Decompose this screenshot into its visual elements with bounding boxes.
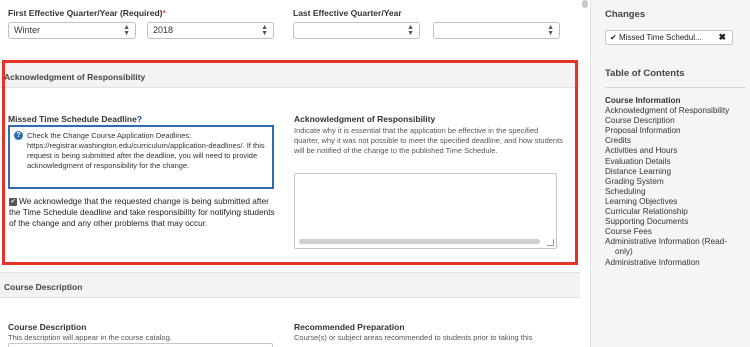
course-desc-input[interactable] [8, 343, 273, 347]
ack-section-header: Acknowledgment of Responsibility [0, 62, 580, 88]
toc-item-acknowledgment[interactable]: Acknowledgment of Responsibility [605, 106, 750, 116]
toc-list: Course Information Acknowledgment of Res… [605, 96, 750, 268]
page-scrollbar[interactable] [580, 0, 590, 347]
first-quarter-select[interactable]: Winter ▲ ▼ [8, 22, 136, 39]
recommended-prep-label: Recommended Preparation [294, 322, 405, 332]
change-tag[interactable]: ✔ Missed Time Schedul... ✖ [605, 30, 733, 45]
toc-item-activities-hours[interactable]: Activities and Hours [605, 146, 750, 156]
course-desc-label: Course Description [8, 322, 87, 332]
ack-field-label: Acknowledgment of Responsibility [294, 114, 436, 124]
last-effective-label: Last Effective Quarter/Year [293, 8, 402, 18]
toc-item-grading-system[interactable]: Grading System [605, 177, 750, 187]
right-sidebar: Changes ✔ Missed Time Schedul... ✖ Table… [590, 0, 750, 347]
main-form: First Effective Quarter/Year (Required)*… [0, 0, 580, 347]
scrollbar-thumb[interactable] [582, 0, 588, 8]
ack-section-title: Acknowledgment of Responsibility [4, 72, 146, 82]
first-year-value: 2018 [153, 25, 174, 35]
close-icon[interactable]: ✖ [718, 32, 726, 43]
course-section-header: Course Description [0, 272, 580, 298]
last-quarter-select[interactable]: ▲ ▼ [293, 22, 420, 39]
toc-item-course-description[interactable]: Course Description [605, 116, 750, 126]
first-effective-label: First Effective Quarter/Year (Required)* [8, 8, 166, 18]
toc-item-credits[interactable]: Credits [605, 136, 750, 146]
select-arrows-icon: ▲ ▼ [547, 24, 554, 37]
ack-checkbox[interactable]: ✔ [9, 198, 17, 206]
toc-item-course-fees[interactable]: Course Fees [605, 227, 750, 237]
toc-item-proposal-information[interactable]: Proposal Information [605, 126, 750, 136]
check-icon: ✔ [610, 33, 617, 42]
first-quarter-value: Winter [14, 25, 41, 35]
course-section-title: Course Description [4, 282, 83, 292]
ack-textarea[interactable] [294, 173, 557, 249]
required-mark: * [162, 8, 166, 18]
select-arrows-icon: ▲ ▼ [123, 24, 130, 37]
question-circle-icon: ? [14, 131, 23, 140]
select-arrows-icon: ▲ ▼ [407, 24, 414, 37]
toc-item-distance-learning[interactable]: Distance Learning [605, 167, 750, 177]
toc-item-course-information[interactable]: Course Information [605, 96, 750, 106]
toc-item-evaluation-details[interactable]: Evaluation Details [605, 157, 750, 167]
toc-item-supporting-documents[interactable]: Supporting Documents [605, 217, 750, 227]
toc-item-admin-info-readonly-cont[interactable]: only) [605, 247, 750, 257]
toc-title: Table of Contents [605, 68, 685, 79]
course-desc-help: This description will appear in the cour… [8, 333, 172, 342]
toc-item-admin-info[interactable]: Administrative Information [605, 258, 750, 268]
changes-title: Changes [605, 9, 646, 20]
ack-checkbox-label: We acknowledge that the requested change… [9, 196, 275, 228]
recommended-prep-help: Course(s) or subject areas recommended t… [294, 333, 533, 342]
select-arrows-icon: ▲ ▼ [261, 24, 268, 37]
deadline-note: ? Check the Change Course Application De… [8, 125, 274, 189]
toc-item-scheduling[interactable]: Scheduling [605, 187, 750, 197]
first-year-select[interactable]: 2018 ▲ ▼ [147, 22, 274, 39]
toc-divider [605, 87, 745, 88]
missed-deadline-label: Missed Time Schedule Deadline? [8, 114, 142, 124]
resize-handle-icon[interactable] [547, 239, 554, 246]
question-icon[interactable]: ? [137, 114, 142, 124]
last-year-select[interactable]: ▲ ▼ [433, 22, 560, 39]
toc-item-curricular-relationship[interactable]: Curricular Relationship [605, 207, 750, 217]
change-tag-label: Missed Time Schedul... [618, 33, 702, 42]
toc-item-admin-info-readonly[interactable]: Administrative Information (Read- [605, 237, 750, 247]
textarea-scrollbar[interactable] [299, 239, 540, 244]
ack-field-help: Indicate why it is essential that the ap… [294, 126, 563, 155]
toc-item-learning-objectives[interactable]: Learning Objectives [605, 197, 750, 207]
deadline-note-text: Check the Change Course Application Dead… [27, 131, 265, 170]
